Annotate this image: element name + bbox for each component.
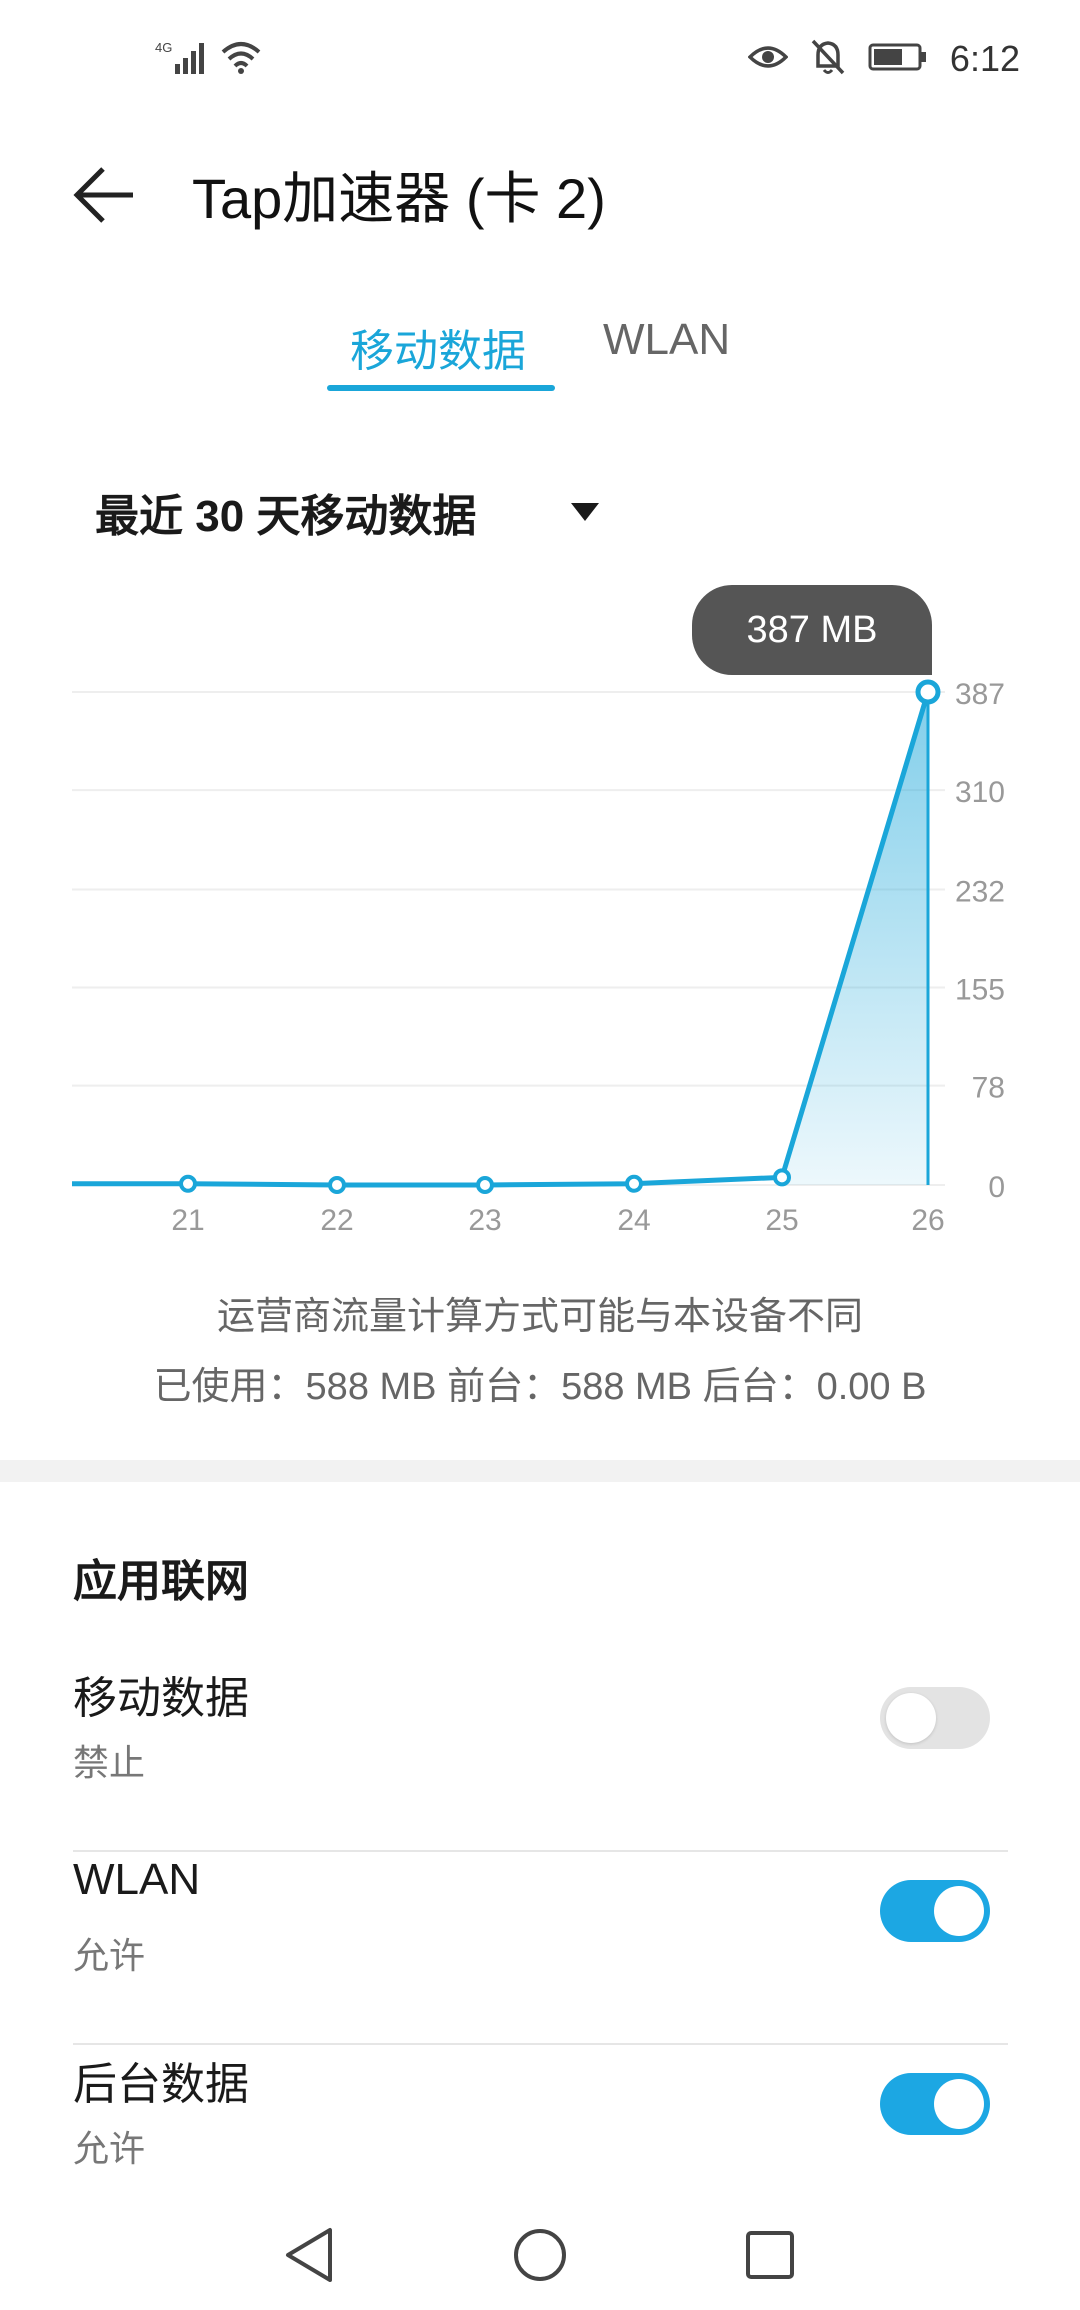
section-divider bbox=[0, 1460, 1080, 1482]
data-point bbox=[915, 679, 941, 705]
section-title: 应用联网 bbox=[73, 1557, 249, 1606]
data-point bbox=[773, 1168, 791, 1187]
nav-recent-icon bbox=[746, 2231, 794, 2279]
setting-title: WLAN bbox=[73, 1855, 201, 1904]
data-point bbox=[328, 1176, 346, 1194]
y-tick-label: 310 bbox=[955, 776, 1005, 809]
setting-title: 移动数据 bbox=[73, 1674, 249, 1723]
y-tick-label: 78 bbox=[972, 1072, 1005, 1105]
carrier-note: 运营商流量计算方式可能与本设备不同 bbox=[216, 1296, 863, 1338]
x-tick-label: 25 bbox=[765, 1204, 798, 1237]
setting-subtitle: 允许 bbox=[73, 2128, 146, 2169]
row-divider bbox=[73, 1850, 1008, 1852]
data-point bbox=[476, 1176, 494, 1194]
nav-home-button[interactable] bbox=[505, 2220, 575, 2290]
setting-subtitle: 禁止 bbox=[73, 1742, 146, 1783]
toggle-knob bbox=[934, 1886, 984, 1936]
wlan-toggle[interactable] bbox=[880, 1880, 990, 1942]
x-tick-label: 22 bbox=[320, 1204, 353, 1237]
data-point bbox=[625, 1174, 643, 1193]
toggle-knob bbox=[934, 2079, 984, 2129]
toggle-knob bbox=[886, 1693, 936, 1743]
setting-title: 后台数据 bbox=[73, 2060, 249, 2109]
background-data-toggle[interactable] bbox=[880, 2073, 990, 2135]
x-tick-label: 23 bbox=[468, 1204, 501, 1237]
y-tick-label: 0 bbox=[988, 1171, 1005, 1204]
nav-back-button[interactable] bbox=[275, 2220, 345, 2290]
usage-summary: 已使用：588 MB 前台：588 MB 后台：0.00 B bbox=[153, 1366, 927, 1408]
x-tick-label: 26 bbox=[911, 1204, 944, 1237]
setting-row-wlan[interactable]: WLAN 允许 bbox=[73, 1855, 1008, 2045]
usage-chart: 387 310 232 155 78 0 21 22 23 24 25 26 bbox=[72, 678, 1005, 1237]
nav-home-icon bbox=[514, 2229, 566, 2281]
mobile-data-toggle[interactable] bbox=[880, 1687, 990, 1749]
y-tick-label: 232 bbox=[955, 875, 1005, 908]
y-tick-label: 387 bbox=[955, 678, 1005, 711]
data-point bbox=[179, 1174, 197, 1193]
app-data-usage-page: 4G 6:12 Tap加速器 (卡 2) 移动数据 WLAN 最近 30 天移动… bbox=[0, 0, 1080, 2310]
nav-back-icon bbox=[286, 2228, 332, 2282]
nav-recent-button[interactable] bbox=[735, 2220, 805, 2290]
setting-subtitle: 允许 bbox=[73, 1935, 146, 1976]
series-line bbox=[72, 691, 931, 1188]
system-nav-bar bbox=[0, 2190, 1080, 2310]
row-divider bbox=[73, 2043, 1008, 2045]
setting-row-mobile-data[interactable]: 移动数据 禁止 bbox=[73, 1662, 1008, 1852]
x-tick-label: 21 bbox=[171, 1204, 204, 1237]
x-tick-label: 24 bbox=[617, 1204, 650, 1237]
y-tick-label: 155 bbox=[955, 974, 1005, 1007]
